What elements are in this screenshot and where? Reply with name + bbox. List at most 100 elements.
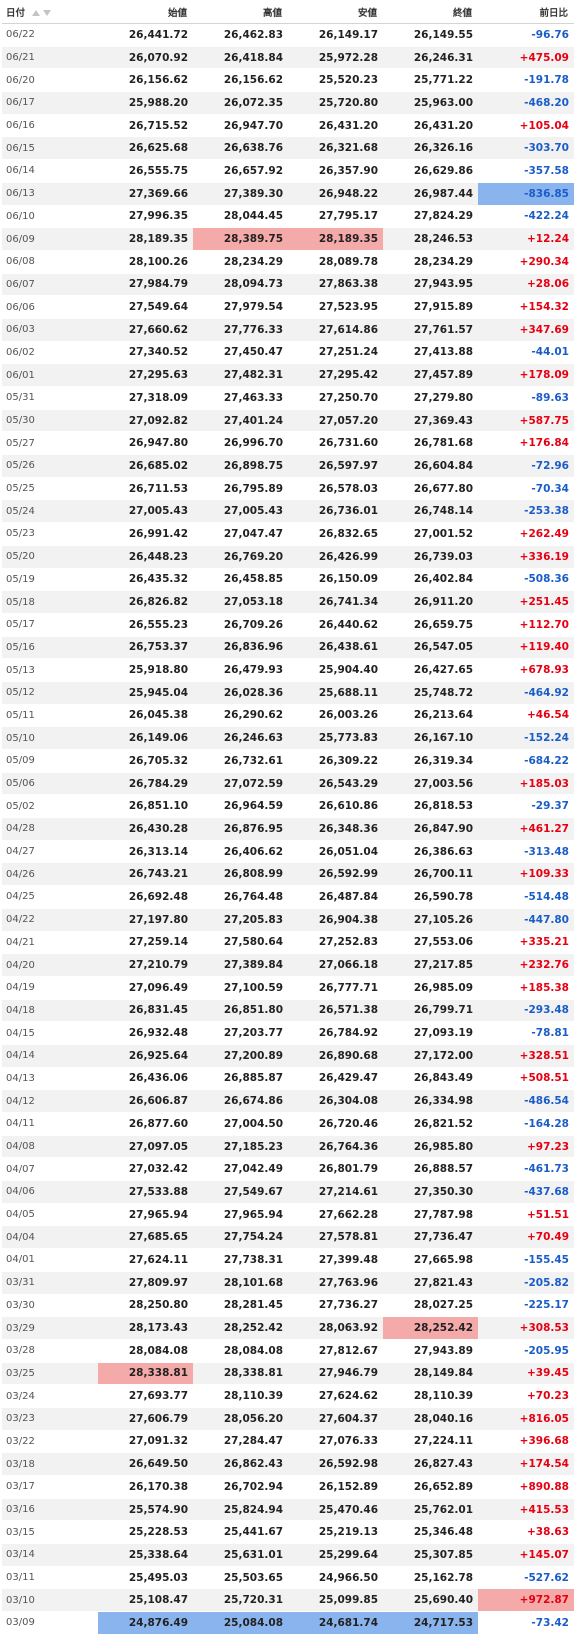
- change-cell: +251.45: [478, 590, 574, 614]
- table-row: 03/25 28,338.81 28,338.81 27,946.79 28,149.8…: [2, 1362, 574, 1386]
- change-cell: +335.21: [478, 931, 574, 955]
- change-cell: +336.19: [478, 545, 574, 569]
- table-row: 06/14 26,555.75 26,657.92 26,357.90 26,629.8…: [2, 159, 574, 183]
- low-price-cell: 27,614.86: [288, 318, 383, 342]
- date-cell: 06/07: [2, 273, 98, 297]
- close-price-cell: 26,386.63: [383, 840, 478, 864]
- high-price-cell: 27,185.23: [193, 1135, 288, 1159]
- close-price-cell: 28,252.42: [383, 1316, 478, 1340]
- low-price-cell: 27,295.42: [288, 363, 383, 387]
- table-body: 06/22 26,441.72 26,462.83 26,149.17 26,149.5…: [2, 23, 574, 1635]
- open-price-cell: 28,173.43: [98, 1316, 193, 1340]
- table-row: 04/19 27,096.49 27,100.59 26,777.71 26,985.0…: [2, 976, 574, 1000]
- sort-ascending-icon[interactable]: [32, 9, 41, 16]
- close-price-cell: 27,943.95: [383, 273, 478, 297]
- table-row: 06/01 27,295.63 27,482.31 27,295.42 27,457.8…: [2, 363, 574, 387]
- close-column-header: 終値: [383, 0, 478, 24]
- sort-toggle[interactable]: [32, 8, 52, 19]
- table-row: 06/13 27,369.66 27,389.30 26,948.22 26,987.4…: [2, 182, 574, 206]
- low-price-cell: 26,948.22: [288, 182, 383, 206]
- table-row: 05/27 26,947.80 26,996.70 26,731.60 26,781.6…: [2, 431, 574, 456]
- date-column-header[interactable]: 日付: [2, 0, 98, 24]
- close-price-cell: 26,652.89: [383, 1475, 478, 1499]
- change-cell: +174.54: [478, 1452, 574, 1476]
- close-price-cell: 26,985.80: [383, 1135, 478, 1159]
- date-cell: 04/05: [2, 1203, 98, 1227]
- high-price-cell: 27,979.54: [193, 295, 288, 319]
- open-price-cell: 27,965.94: [98, 1203, 193, 1227]
- date-cell: 04/13: [2, 1067, 98, 1091]
- table-row: 05/31 27,318.09 27,463.33 27,250.70 27,279.8…: [2, 386, 574, 410]
- change-cell: -44.01: [478, 341, 574, 365]
- close-price-cell: 24,717.53: [383, 1611, 478, 1635]
- open-price-cell: 26,711.53: [98, 477, 193, 501]
- close-price-cell: 26,326.16: [383, 136, 478, 161]
- change-cell: +347.69: [478, 318, 574, 342]
- table-row: 05/02 26,851.10 26,964.59 26,610.86 26,818.5…: [2, 794, 574, 819]
- change-cell: -514.48: [478, 885, 574, 909]
- date-cell: 03/15: [2, 1520, 98, 1545]
- close-price-cell: 26,843.49: [383, 1067, 478, 1091]
- date-cell: 04/28: [2, 817, 98, 841]
- date-cell: 03/24: [2, 1384, 98, 1408]
- change-cell: -684.22: [478, 749, 574, 773]
- change-cell: -293.48: [478, 999, 574, 1023]
- close-price-cell: 26,821.52: [383, 1112, 478, 1136]
- table-row: 06/09 28,189.35 28,389.75 28,189.35 28,246.5…: [2, 227, 574, 251]
- high-price-cell: 26,072.35: [193, 91, 288, 115]
- date-cell: 04/15: [2, 1021, 98, 1045]
- date-cell: 03/31: [2, 1271, 98, 1295]
- low-price-cell: 27,066.18: [288, 953, 383, 977]
- open-price-cell: 25,228.53: [98, 1520, 193, 1545]
- table-row: 06/06 27,549.64 27,979.54 27,523.95 27,915.8…: [2, 295, 574, 319]
- date-cell: 03/16: [2, 1498, 98, 1522]
- date-cell: 05/17: [2, 613, 98, 637]
- date-cell: 03/09: [2, 1611, 98, 1635]
- close-price-cell: 26,700.11: [383, 862, 478, 887]
- low-price-cell: 26,543.29: [288, 772, 383, 796]
- low-price-cell: 27,662.28: [288, 1203, 383, 1227]
- close-price-cell: 27,217.85: [383, 953, 478, 977]
- date-cell: 05/30: [2, 409, 98, 433]
- change-cell: -191.78: [478, 68, 574, 93]
- close-price-cell: 25,690.40: [383, 1588, 478, 1613]
- date-cell: 06/20: [2, 68, 98, 93]
- close-price-cell: 26,748.14: [383, 499, 478, 524]
- sort-descending-icon[interactable]: [43, 9, 52, 16]
- open-price-cell: 27,318.09: [98, 386, 193, 410]
- high-price-cell: 28,044.45: [193, 205, 288, 229]
- low-price-cell: 26,149.17: [288, 23, 383, 47]
- high-column-header: 高値: [193, 0, 288, 24]
- close-price-cell: 28,234.29: [383, 250, 478, 274]
- date-cell: 06/03: [2, 318, 98, 342]
- high-price-cell: 28,338.81: [193, 1362, 288, 1386]
- close-price-cell: 27,943.89: [383, 1339, 478, 1363]
- close-price-cell: 26,402.84: [383, 568, 478, 592]
- low-price-cell: 24,681.74: [288, 1611, 383, 1635]
- low-price-cell: 25,688.11: [288, 681, 383, 705]
- date-cell: 03/11: [2, 1566, 98, 1590]
- close-price-cell: 25,162.78: [383, 1566, 478, 1590]
- table-row: 06/08 28,100.26 28,234.29 28,089.78 28,234.2…: [2, 250, 574, 274]
- table-row: 04/07 27,032.42 27,042.49 26,801.79 26,888.5…: [2, 1157, 574, 1182]
- close-price-cell: 27,665.98: [383, 1248, 478, 1272]
- date-cell: 04/06: [2, 1180, 98, 1204]
- change-cell: -205.82: [478, 1271, 574, 1295]
- close-price-cell: 26,888.57: [383, 1157, 478, 1182]
- table-row: 06/16 26,715.52 26,947.70 26,431.20 26,431.2…: [2, 114, 574, 138]
- change-cell: -447.80: [478, 908, 574, 932]
- date-cell: 03/17: [2, 1475, 98, 1499]
- table-row: 04/25 26,692.48 26,764.48 26,487.84 26,590.7…: [2, 885, 574, 909]
- date-cell: 06/15: [2, 136, 98, 161]
- table-row: 06/07 27,984.79 28,094.73 27,863.38 27,943.9…: [2, 273, 574, 297]
- close-price-cell: 26,827.43: [383, 1452, 478, 1476]
- table-header: 日付 始値 高値 安値 終値 前日比: [2, 0, 574, 24]
- change-cell: +678.93: [478, 658, 574, 682]
- open-price-cell: 27,984.79: [98, 273, 193, 297]
- high-price-cell: 27,450.47: [193, 341, 288, 365]
- close-price-cell: 26,911.20: [383, 590, 478, 614]
- table-row: 06/20 26,156.62 26,156.62 25,520.23 25,771.2…: [2, 68, 574, 93]
- change-cell: -437.68: [478, 1180, 574, 1204]
- change-cell: +328.51: [478, 1044, 574, 1068]
- high-price-cell: 26,406.62: [193, 840, 288, 864]
